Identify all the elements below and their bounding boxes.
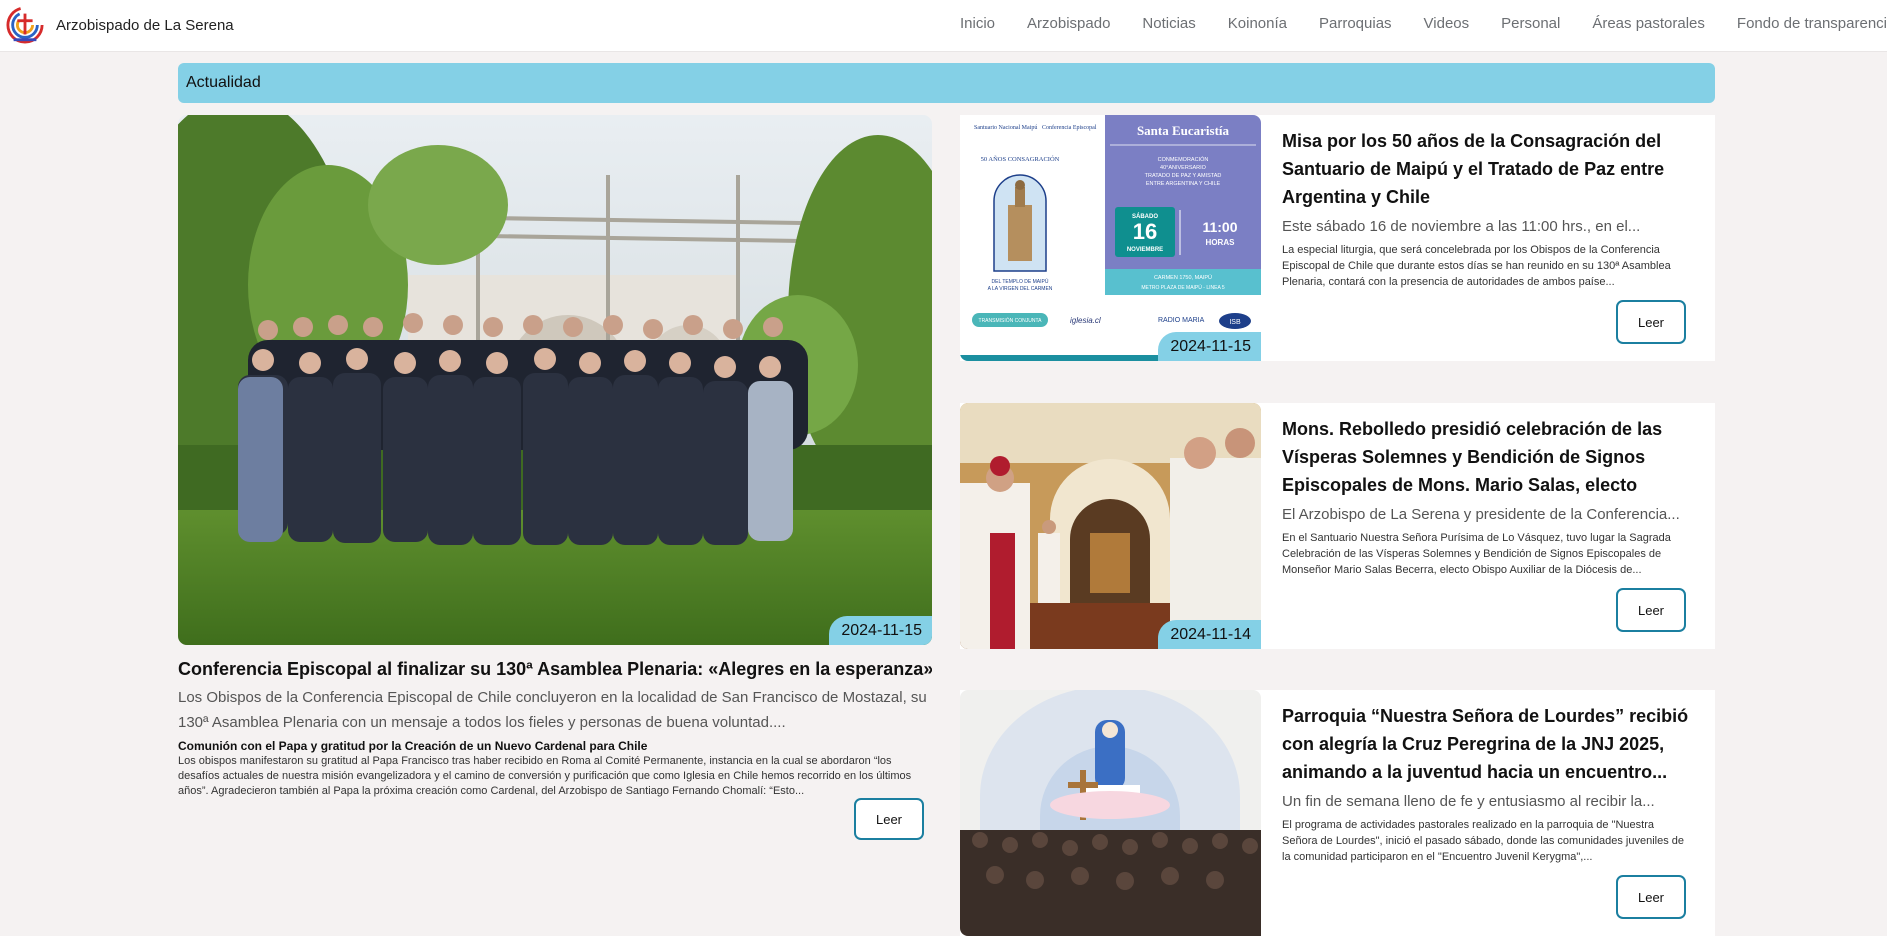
nav-item-arzobispado[interactable]: Arzobispado [1027,15,1110,32]
featured-title[interactable]: Conferencia Episcopal al finalizar su 13… [178,657,932,681]
read-more-button[interactable]: Leer [1616,588,1686,632]
card-summary: Este sábado 16 de noviembre a las 11:00 … [1282,218,1641,235]
poster-time-unit: HORAS [1206,238,1236,247]
iglesia-logo: iglesia.cl [1070,316,1101,325]
poster-sub-3: TRATADO DE PAZ Y AMISTAD [1145,173,1222,179]
poster-sub-1: CONMEMORACIÓN [1158,156,1209,163]
nav-item-inicio[interactable]: Inicio [960,15,995,32]
brand-name[interactable]: Arzobispado de La Serena [56,17,234,34]
card-summary: El Arzobispo de La Serena y presidente d… [1282,506,1680,523]
isb-logo: ISB [1229,319,1241,326]
nav-item-noticias[interactable]: Noticias [1142,15,1195,32]
nav-item-videos[interactable]: Videos [1424,15,1470,32]
date-badge: 2024-11-14 [1158,620,1261,649]
poster-sub-4: ENTRE ARGENTINA Y CHILE [1146,181,1221,187]
card-text: Parroquia “Nuestra Señora de Lourdes” re… [1282,702,1692,865]
navbar: Arzobispado de La Serena Inicio Arzobisp… [0,0,1887,52]
card-text: Mons. Rebolledo presidió celebración de … [1282,415,1692,578]
poster-time: 11:00 [1202,219,1237,235]
bishops-group-photo [178,115,932,645]
featured-photo[interactable]: 2024-11-15 [178,115,932,645]
card-poster[interactable]: Santuario Nacional Maipú Conferencia Epi… [960,115,1261,361]
poster-day: 16 [1133,219,1157,244]
featured-subhead: Comunión con el Papa y gratitud por la C… [178,739,648,753]
card-photo[interactable]: 2024-11-14 [960,403,1261,649]
card-text: Misa por los 50 años de la Consagración … [1282,127,1692,290]
main-nav: Inicio Arzobispado Noticias Koinonía Par… [960,0,1887,46]
featured-article: 2024-11-15 Conferencia Episcopal al fina… [178,115,932,840]
transmision-label: TRANSMISIÓN CONJUNTA [979,317,1043,324]
news-card: Parroquia “Nuestra Señora de Lourdes” re… [960,690,1715,936]
card-title[interactable]: Misa por los 50 años de la Consagración … [1282,127,1692,211]
card-title[interactable]: Mons. Rebolledo presidió celebración de … [1282,415,1692,499]
read-more-button[interactable]: Leer [1616,875,1686,919]
card-photo[interactable] [960,690,1261,936]
card-title[interactable]: Parroquia “Nuestra Señora de Lourdes” re… [1282,702,1692,786]
featured-body: Los obispos manifestaron su gratitud al … [178,755,912,797]
people-group [238,313,808,545]
date-badge: 2024-11-15 [1158,332,1261,361]
poster-metro: METRO PLAZA DE MAIPÚ - LINEA 5 [1141,284,1225,291]
featured-summary: Los Obispos de la Conferencia Episcopal … [178,689,927,731]
event-poster-image: Santuario Nacional Maipú Conferencia Epi… [960,115,1261,361]
brand[interactable]: Arzobispado de La Serena [6,4,234,46]
nav-item-parroquias[interactable]: Parroquias [1319,15,1392,32]
nav-item-koinonia[interactable]: Koinonía [1228,15,1287,32]
poster-sub-2: 40°ANIVERSARIO [1160,165,1207,171]
poster-month: NOVIEMBRE [1127,247,1163,253]
poster-heading: Santa Eucaristía [1137,123,1230,138]
card-body: El programa de actividades pastorales re… [1282,819,1685,863]
temple-caption-1: DEL TEMPLO DE MAIPÚ [992,278,1049,285]
radio-maria-logo: RADIO MARIA [1158,317,1205,324]
read-more-button[interactable]: Leer [1616,300,1686,344]
card-body: En el Santuario Nuestra Señora Purísima … [1282,532,1671,576]
section-title: Actualidad [178,63,1715,103]
news-card: 2024-11-14 Mons. Rebolledo presidió cele… [960,403,1715,649]
nav-item-fondo-transparencia[interactable]: Fondo de transparencia [1737,15,1887,32]
nav-item-areas-pastorales[interactable]: Áreas pastorales [1592,15,1705,32]
parish-interior-photo [960,690,1261,936]
temple-caption-2: A LA VIRGEN DEL CARMEN [988,286,1053,292]
church-ceremony-photo [960,403,1261,649]
archdiocese-logo-icon[interactable] [6,6,44,44]
nav-item-personal[interactable]: Personal [1501,15,1560,32]
news-card: Santuario Nacional Maipú Conferencia Epi… [960,115,1715,361]
org-logo-2: Conferencia Episcopal [1042,124,1097,131]
poster-address: CARMEN 1750, MAIPÚ [1154,274,1212,281]
read-more-button[interactable]: Leer [854,798,924,840]
org-logo-1: Santuario Nacional Maipú [974,125,1037,131]
card-summary: Un fin de semana lleno de fe y entusiasm… [1282,793,1655,810]
card-body: La especial liturgia, que será concelebr… [1282,244,1671,288]
arc-text: 50 AÑOS CONSAGRACIÓN [981,155,1060,163]
date-badge: 2024-11-15 [829,616,932,645]
